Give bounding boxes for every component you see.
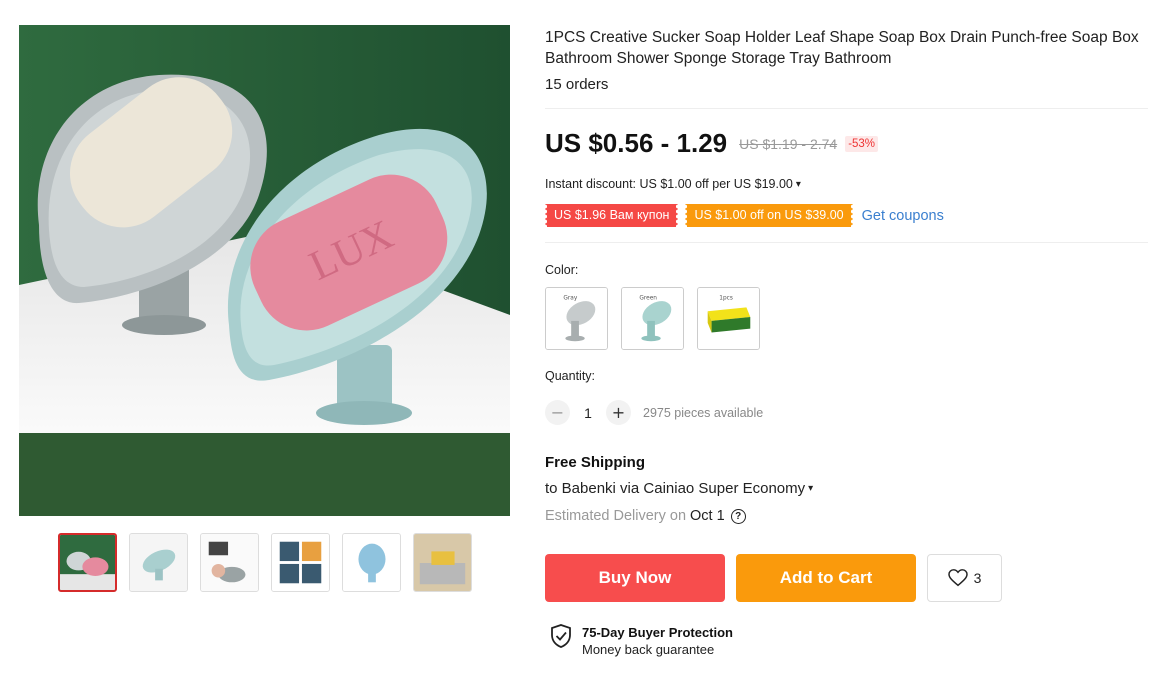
shipping-destination[interactable]: to Babenki via Cainiao Super Economy ▾ [545,480,813,497]
color-option-sponge[interactable]: 1pcs [697,287,760,350]
soap-holder-photo: LUX [19,25,510,516]
buyer-protection: 75-Day Buyer Protection Money back guara… [550,624,733,658]
color-option-sponge-label: 1pcs [719,296,733,302]
pieces-available: 2975 pieces available [643,405,764,420]
quantity-stepper: − + 2975 pieces available [545,400,763,425]
buyer-protection-subtitle: Money back guarantee [582,642,715,657]
color-option-gray[interactable]: Gray [545,287,608,350]
thumbnail-6[interactable] [413,533,472,592]
price-row: US $0.56 - 1.29 US $1.19 - 2.74 -53% [545,128,879,159]
coupon-row: US $1.96 Вам купон US $1.00 off on US $3… [545,204,944,227]
quantity-minus-button[interactable]: − [545,400,570,425]
thumbnail-1[interactable] [58,533,117,592]
get-coupons-link[interactable]: Get coupons [862,208,944,224]
wishlist-count: 3 [973,570,982,586]
divider [545,242,1148,243]
thumbnail-2[interactable] [129,533,188,592]
buyer-protection-title: 75-Day Buyer Protection [582,625,733,640]
main-product-image[interactable]: LUX [19,25,510,516]
coupon-red[interactable]: US $1.96 Вам купон [545,204,679,227]
color-options: Gray Green 1pcs [545,287,760,350]
color-option-green-label: Green [639,296,657,302]
wishlist-button[interactable]: 3 [927,554,1002,602]
discount-badge: -53% [845,135,879,152]
color-option-green[interactable]: Green [621,287,684,350]
coupon-orange[interactable]: US $1.00 off on US $39.00 [685,204,853,227]
divider [545,108,1148,109]
thumbnail-4[interactable] [271,533,330,592]
add-to-cart-button[interactable]: Add to Cart [736,554,916,602]
quantity-label: Quantity: [545,369,596,383]
chevron-down-icon: ▾ [808,483,814,494]
heart-icon [947,569,968,587]
color-option-gray-label: Gray [563,296,577,302]
instant-discount-text: Instant discount: US $1.00 off per US $1… [545,177,793,191]
shipping-title: Free Shipping [545,454,646,471]
quantity-input[interactable] [570,404,606,421]
orders-count: 15 orders [545,76,609,93]
estimated-delivery-label: Estimated Delivery on [545,508,687,524]
original-price: US $1.19 - 2.74 [739,135,838,152]
instant-discount[interactable]: Instant discount: US $1.00 off per US $1… [545,177,801,191]
current-price: US $0.56 - 1.29 [545,128,728,158]
product-title: 1PCS Creative Sucker Soap Holder Leaf Sh… [545,29,1139,67]
color-label: Color: [545,263,579,277]
chevron-down-icon: ▾ [795,178,801,190]
shipping-destination-text: to Babenki via Cainiao Super Economy [545,480,806,497]
quantity-plus-button[interactable]: + [606,400,631,425]
buy-now-button[interactable]: Buy Now [545,554,725,602]
estimated-delivery: Estimated Delivery on Oct 1 ? [545,508,746,524]
delivery-date: Oct 1 [690,508,725,524]
shield-check-icon [551,624,571,648]
thumbnail-3[interactable] [200,533,259,592]
thumbnail-5[interactable] [342,533,401,592]
help-icon[interactable]: ? [730,508,746,524]
thumbnail-strip [58,533,472,592]
